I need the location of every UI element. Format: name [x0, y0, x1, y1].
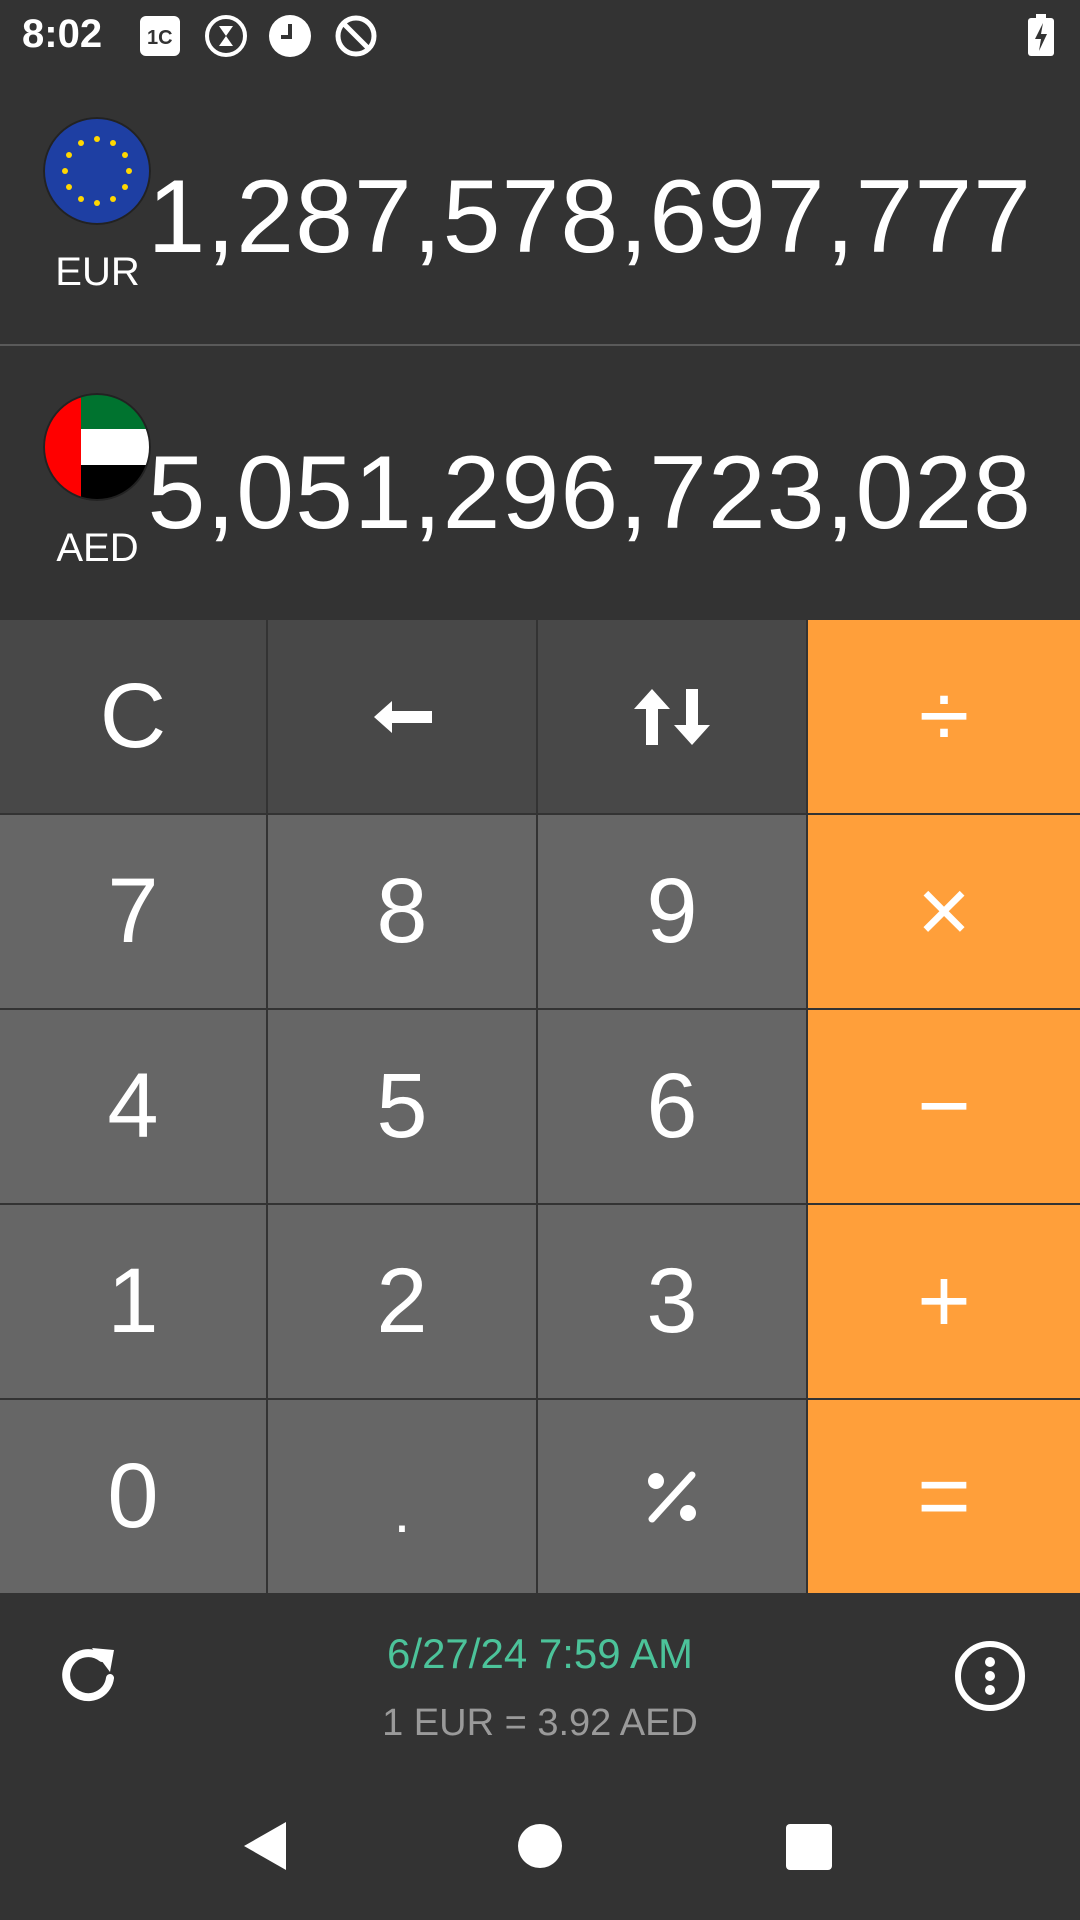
percent-button[interactable]	[538, 1400, 808, 1595]
backspace-button[interactable]	[268, 620, 538, 815]
status-time: 8:02	[22, 12, 103, 56]
svg-text:1С: 1С	[147, 27, 173, 49]
digit-9-button[interactable]: 9	[538, 815, 808, 1010]
clear-button[interactable]: C	[0, 620, 268, 815]
decimal-point-button[interactable]: .	[268, 1400, 538, 1595]
minus-button[interactable]: −	[808, 1010, 1080, 1205]
digit-7-button[interactable]: 7	[0, 815, 268, 1010]
back-icon[interactable]	[238, 1818, 294, 1874]
multiply-button[interactable]: ×	[808, 815, 1080, 1010]
uae-flag-icon[interactable]	[43, 393, 151, 501]
more-options-icon[interactable]	[952, 1638, 1028, 1714]
to-currency-row[interactable]: AED 5,051,296,723,028	[0, 348, 1080, 620]
digit-4-button[interactable]: 4	[0, 1010, 268, 1205]
hourglass-icon	[205, 15, 247, 57]
rates-updated-time: 6/27/24 7:59 AM	[387, 1630, 693, 1677]
from-amount-display[interactable]: 1,287,578,697,777	[148, 158, 1033, 277]
percent-icon	[648, 1471, 696, 1522]
digit-3-button[interactable]: 3	[538, 1205, 808, 1400]
app-1c-icon: 1С	[140, 16, 180, 56]
digit-8-button[interactable]: 8	[268, 815, 538, 1010]
backspace-arrow-icon	[374, 700, 432, 733]
digit-6-button[interactable]: 6	[538, 1010, 808, 1205]
navigation-bar	[0, 1770, 1080, 1920]
eu-flag-icon[interactable]	[43, 117, 151, 225]
exchange-rate-text: 1 EUR = 3.92 AED	[382, 1702, 698, 1744]
digit-1-button[interactable]: 1	[0, 1205, 268, 1400]
equals-button[interactable]: =	[808, 1400, 1080, 1595]
digit-0-button[interactable]: 0	[0, 1400, 268, 1595]
home-icon[interactable]	[512, 1818, 568, 1874]
swap-arrows-icon	[634, 688, 710, 745]
recents-icon[interactable]	[780, 1818, 836, 1874]
battery-charging-icon	[1028, 14, 1054, 56]
info-bar: 6/27/24 7:59 AM 1 EUR = 3.92 AED	[0, 1594, 1080, 1770]
divide-button[interactable]: ÷	[808, 620, 1080, 815]
clock-icon	[269, 15, 311, 57]
from-currency-row[interactable]: EUR 1,287,578,697,777	[0, 72, 1080, 346]
digit-5-button[interactable]: 5	[268, 1010, 538, 1205]
do-not-disturb-icon	[335, 15, 377, 57]
status-bar: 8:02 1С	[0, 0, 1080, 72]
keypad: C ÷ 7 8 9 × 4 5 6 − 1 2 3 + 0 . =	[0, 620, 1080, 1595]
swap-currencies-button[interactable]	[538, 620, 808, 815]
to-amount-display[interactable]: 5,051,296,723,028	[148, 434, 1033, 553]
plus-button[interactable]: +	[808, 1205, 1080, 1400]
digit-2-button[interactable]: 2	[268, 1205, 538, 1400]
